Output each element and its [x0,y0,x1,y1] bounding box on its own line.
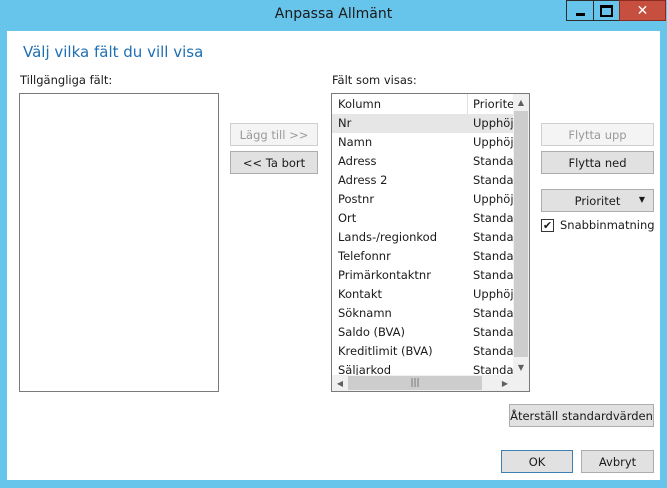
scrollbar-corner [513,375,529,391]
column-name-cell: Kreditlimit (BVA) [338,344,433,358]
table-row[interactable]: Postnr Upphöjd [332,190,513,209]
column-name-cell: Adress [338,154,377,168]
priority-cell: Standard [473,268,513,282]
grip-icon: ||| [410,378,420,388]
page-title: Välj vilka fält du vill visa [23,43,204,61]
check-icon: ✔ [542,219,553,232]
close-button[interactable]: ✕ [619,0,666,21]
ok-button[interactable]: OK [501,450,573,473]
column-header-prioritet[interactable]: Prioritet [473,97,513,111]
table-row[interactable]: Kontakt Upphöjd [332,285,513,304]
priority-cell: Standard [473,211,513,225]
column-name-cell: Nr [338,116,352,130]
table-row[interactable]: Adress 2 Standard [332,171,513,190]
priority-cell: Standard [473,249,513,263]
table-row[interactable]: Namn Upphöjd [332,133,513,152]
priority-cell: Standard [473,173,513,187]
priority-cell: Upphöjd [473,135,513,149]
quick-entry-label: Snabbinmatning [560,218,655,232]
maximize-button[interactable] [593,0,620,21]
move-up-button[interactable]: Flytta upp [541,123,654,146]
reset-defaults-button[interactable]: Återställ standardvärden [509,404,654,427]
header-divider[interactable] [467,94,468,114]
available-fields-list[interactable] [19,93,219,392]
table-row[interactable]: Kreditlimit (BVA) Standard [332,342,513,361]
quick-entry-checkbox[interactable]: ✔ [541,219,554,232]
priority-cell: Standard [473,306,513,320]
column-name-cell: Ort [338,211,357,225]
minimize-button[interactable] [566,0,594,21]
title-bar[interactable]: Anpassa Allmänt ✕ [0,0,667,31]
table-row[interactable]: Primärkontaktnr Standard [332,266,513,285]
column-name-cell: Söknamn [338,306,392,320]
column-name-cell: Adress 2 [338,173,388,187]
scroll-up-icon[interactable]: ▲ [513,94,529,110]
move-down-button[interactable]: Flytta ned [541,151,654,174]
remove-button[interactable]: << Ta bort [230,151,318,174]
shown-fields-grid[interactable]: Kolumn Prioritet Nr Upphöjd Namn Upphöjd Adr… [331,93,530,392]
priority-cell: Standard [473,154,513,168]
minimize-icon [575,12,585,16]
column-name-cell: Namn [338,135,373,149]
column-name-cell: Saldo (BVA) [338,325,406,339]
scroll-down-icon[interactable]: ▼ [513,359,529,375]
chevron-down-icon: ▼ [638,195,645,204]
column-name-cell: Primärkontaktnr [338,268,431,282]
add-button[interactable]: Lägg till >> [230,123,318,146]
available-fields-label: Tillgängliga fält: [20,73,113,87]
table-row[interactable]: Söknamn Standard [332,304,513,323]
scroll-right-icon[interactable]: ▶ [497,375,513,391]
close-icon: ✕ [636,2,649,19]
maximize-icon [600,4,613,17]
table-row[interactable]: Adress Standard [332,152,513,171]
priority-cell: Standard [473,344,513,358]
cancel-button[interactable]: Avbryt [581,450,654,473]
priority-dropdown[interactable]: Prioritet ▼ [541,189,654,212]
table-row[interactable]: Ort Standard [332,209,513,228]
priority-cell: Standard [473,325,513,339]
column-name-cell: Postnr [338,192,375,206]
priority-cell: Upphöjd [473,287,513,301]
table-row[interactable]: Saldo (BVA) Standard [332,323,513,342]
vertical-scroll-thumb[interactable] [514,111,528,357]
column-name-cell: Kontakt [338,287,383,301]
shown-fields-label: Fält som visas: [332,73,417,87]
table-row[interactable]: Lands-/regionkod Standard [332,228,513,247]
scroll-left-icon[interactable]: ◀ [332,375,348,391]
horizontal-scroll-thumb[interactable]: ||| [348,376,482,390]
horizontal-scrollbar[interactable]: ◀ ||| ▶ [332,375,513,391]
column-name-cell: Lands-/regionkod [338,230,438,244]
dialog-content: Välj vilka fält du vill visa Tillgänglig… [7,31,660,480]
priority-dropdown-label: Prioritet [574,193,621,208]
column-name-cell: Telefonnr [338,249,391,263]
table-row[interactable]: Nr Upphöjd [332,114,513,133]
priority-cell: Upphöjd [473,192,513,206]
column-header-kolumn[interactable]: Kolumn [338,97,381,111]
dialog-window: Anpassa Allmänt ✕ Välj vilka fält du vil… [0,0,667,488]
priority-cell: Upphöjd [473,116,513,130]
priority-cell: Standard [473,230,513,244]
grid-header: Kolumn Prioritet [332,94,513,115]
table-row[interactable]: Telefonnr Standard [332,247,513,266]
vertical-scrollbar[interactable]: ▲ ▼ [513,94,529,375]
